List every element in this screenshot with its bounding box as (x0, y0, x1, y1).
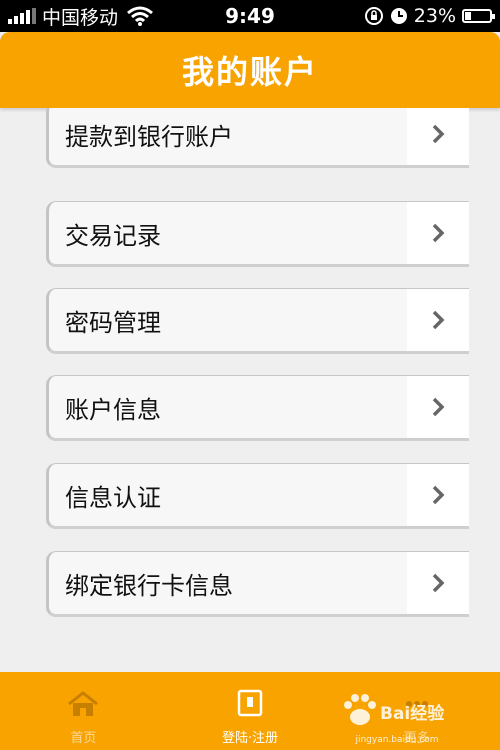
tab-label: 更多 (403, 731, 430, 746)
home-icon (68, 691, 99, 716)
menu-item-label: 信息认证 (65, 483, 161, 512)
page-title: 我的账户 (181, 53, 318, 91)
status-bar: 中国移动 9:49 23% (0, 0, 500, 32)
menu-item-label: 提款到银行账户 (65, 122, 233, 151)
battery-icon (462, 9, 495, 23)
menu-item-account-info[interactable]: 账户信息 (46, 375, 469, 441)
page-header: 我的账户 (0, 32, 500, 108)
menu-item-password-management[interactable]: 密码管理 (46, 288, 469, 354)
tab-more[interactable]: 更多 (333, 672, 500, 750)
alarm-clock-icon (390, 8, 407, 24)
wifi-icon (127, 6, 153, 26)
menu-item-transaction-records[interactable]: 交易记录 (46, 201, 469, 267)
chevron-right-icon (407, 289, 469, 351)
menu-item-label: 绑定银行卡信息 (65, 571, 233, 600)
tab-login-register[interactable]: 登陆·注册 (167, 672, 334, 750)
bottom-tab-bar: 首页 登陆·注册 更多 (0, 672, 500, 750)
tab-label: 登陆·注册 (221, 731, 279, 746)
chevron-right-icon (407, 108, 469, 165)
battery-percentage: 23% (413, 5, 456, 27)
tab-label: 首页 (70, 731, 97, 746)
chevron-right-icon (407, 376, 469, 438)
carrier-name: 中国移动 (42, 6, 119, 29)
menu-item-withdraw-to-bank[interactable]: 提款到银行账户 (46, 108, 469, 168)
login-icon (237, 689, 263, 717)
signal-strength-icon (8, 8, 36, 24)
menu-item-bind-bank-card[interactable]: 绑定银行卡信息 (46, 551, 469, 617)
account-menu: 提款到银行账户 交易记录 密码管理 账户信息 信息认证 绑定银行卡信息 (0, 108, 500, 672)
chevron-right-icon (407, 552, 469, 614)
menu-item-label: 账户信息 (65, 395, 161, 424)
chevron-right-icon (407, 464, 469, 526)
rotation-lock-icon (364, 7, 383, 25)
menu-item-verification[interactable]: 信息认证 (46, 463, 469, 529)
menu-item-label: 密码管理 (65, 308, 161, 337)
menu-item-label: 交易记录 (65, 221, 161, 250)
more-icon (405, 701, 428, 707)
tab-home[interactable]: 首页 (0, 672, 167, 750)
chevron-right-icon (407, 202, 469, 264)
